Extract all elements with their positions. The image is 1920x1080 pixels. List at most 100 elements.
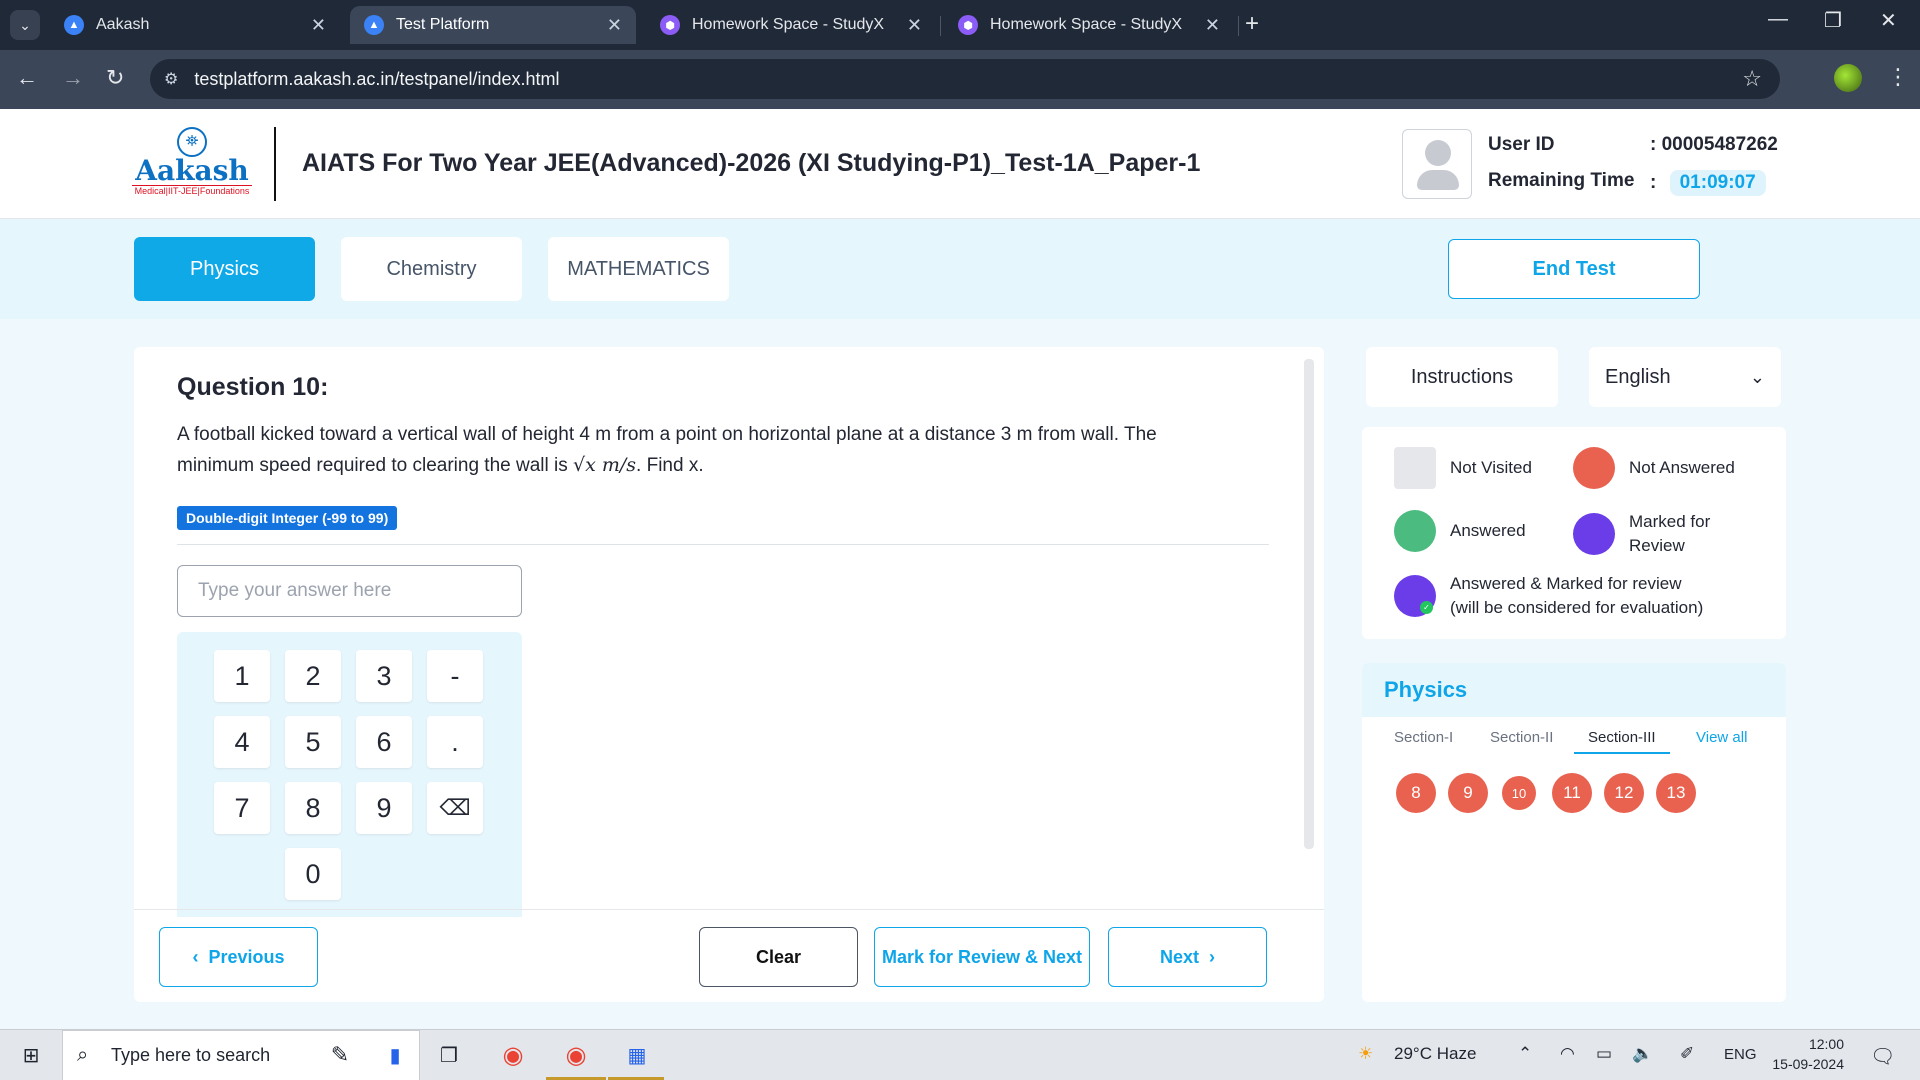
close-tab-icon[interactable]: ✕ (607, 15, 622, 36)
close-tab-icon[interactable]: ✕ (907, 15, 922, 36)
notepad-icon[interactable]: ✎ (325, 1040, 355, 1070)
task-view-icon[interactable]: ❐ (434, 1040, 464, 1070)
browser-toolbar: ← → ↻ ⚙ testplatform.aakash.ac.in/testpa… (0, 50, 1920, 109)
tab-title: Test Platform (396, 16, 490, 33)
tab-section-2[interactable]: Section-II (1490, 729, 1553, 752)
new-tab-icon[interactable]: + (1245, 10, 1259, 38)
end-test-button[interactable]: End Test (1448, 239, 1700, 299)
minimize-icon[interactable]: — (1768, 8, 1788, 31)
tab-physics[interactable]: Physics (134, 237, 315, 301)
aakash-logo: ⛯ Aakash Medical|IIT-JEE|Foundations (132, 127, 252, 199)
key-7[interactable]: 7 (214, 782, 270, 834)
header-divider (274, 127, 276, 201)
clock-time: 12:00 (1808, 1036, 1844, 1052)
key-4[interactable]: 4 (214, 716, 270, 768)
tab-search-menu-icon[interactable]: ⌄ (10, 10, 40, 40)
key-2[interactable]: 2 (285, 650, 341, 702)
tab-mathematics[interactable]: MATHEMATICS (548, 237, 729, 301)
key-3[interactable]: 3 (356, 650, 412, 702)
key-1[interactable]: 1 (214, 650, 270, 702)
url-text[interactable]: testplatform.aakash.ac.in/testpanel/inde… (194, 69, 559, 90)
tab-chemistry[interactable]: Chemistry (341, 237, 522, 301)
water-bottle-icon[interactable]: ▮ (380, 1040, 410, 1070)
language-indicator[interactable]: ENG (1724, 1046, 1757, 1063)
tab-title: Homework Space - StudyX (990, 16, 1183, 33)
tab-title: Aakash (96, 16, 150, 33)
key-decimal[interactable]: . (427, 716, 483, 768)
view-all-link[interactable]: View all (1696, 729, 1747, 746)
taskbar-search[interactable]: ⌕ Type here to search (62, 1030, 420, 1080)
clock[interactable]: 12:00 15-09-2024 (1770, 1034, 1844, 1074)
chrome-profile-icon[interactable]: ◉ (561, 1040, 591, 1070)
clear-button[interactable]: Clear (699, 927, 858, 987)
key-0[interactable]: 0 (285, 848, 341, 900)
key-8[interactable]: 8 (285, 782, 341, 834)
next-button[interactable]: Next › (1108, 927, 1267, 987)
weather-icon[interactable]: ☀ (1358, 1044, 1373, 1064)
footer-divider (134, 909, 1324, 910)
status-legend: Not Visited Not Answered Answered Marked… (1362, 427, 1786, 639)
restore-icon[interactable]: ❐ (1824, 8, 1842, 33)
clock-date: 15-09-2024 (1772, 1056, 1844, 1072)
close-window-icon[interactable]: ✕ (1880, 8, 1897, 33)
question-scrollbar[interactable] (1304, 359, 1314, 849)
forward-icon[interactable]: → (62, 65, 84, 91)
language-select[interactable]: English ⌄ (1589, 347, 1781, 407)
search-icon: ⌕ (77, 1044, 89, 1066)
key-9[interactable]: 9 (356, 782, 412, 834)
tab-section-1[interactable]: Section-I (1394, 729, 1453, 752)
browser-tab-studyx-1[interactable]: ⬢ Homework Space - StudyX ✕ (646, 6, 936, 44)
question-panel: Question 10: A football kicked toward a … (134, 347, 1324, 1002)
key-minus[interactable]: - (427, 650, 483, 702)
reload-icon[interactable]: ↻ (106, 65, 124, 91)
palette-question-9[interactable]: 9 (1448, 773, 1488, 813)
browser-tab-bar: ⌄ ▲ Aakash ✕ ▲ Test Platform ✕ ⬢ Homewor… (0, 0, 1920, 50)
key-6[interactable]: 6 (356, 716, 412, 768)
profile-avatar[interactable] (1834, 64, 1862, 92)
browser-tab-studyx-2[interactable]: ⬢ Homework Space - StudyX ✕ (944, 6, 1234, 44)
palette-question-8[interactable]: 8 (1396, 773, 1436, 813)
instructions-button[interactable]: Instructions (1366, 347, 1558, 407)
browser-tab-aakash[interactable]: ▲ Aakash ✕ (50, 6, 340, 44)
close-tab-icon[interactable]: ✕ (311, 15, 326, 36)
chevron-right-icon: › (1209, 946, 1215, 967)
aakash-icon: ▲ (364, 15, 384, 35)
not-answered-swatch (1573, 447, 1615, 489)
legend-answered-marked: ✓ Answered & Marked for review (will be … (1394, 572, 1703, 620)
answer-input[interactable] (177, 565, 522, 617)
palette-question-11[interactable]: 11 (1552, 773, 1592, 813)
chevron-up-icon[interactable]: ⌃ (1518, 1044, 1532, 1064)
check-icon: ✓ (1420, 601, 1433, 614)
app-header: ⛯ Aakash Medical|IIT-JEE|Foundations AIA… (0, 109, 1920, 219)
mark-for-review-next-button[interactable]: Mark for Review & Next (874, 927, 1090, 987)
user-id-label: User ID (1488, 134, 1555, 155)
chevron-left-icon: ‹ (192, 946, 199, 967)
palette-question-10[interactable]: 10 (1502, 776, 1536, 810)
pen-icon[interactable]: ✐ (1680, 1044, 1694, 1064)
studyx-icon: ⬢ (660, 15, 680, 35)
volume-icon[interactable]: 🔈 (1632, 1044, 1653, 1064)
palette-question-13[interactable]: 13 (1656, 773, 1696, 813)
backspace-icon[interactable]: ⌫ (427, 782, 483, 834)
calculator-icon[interactable]: ▦ (622, 1040, 652, 1070)
not-visited-swatch (1394, 447, 1436, 489)
palette-question-12[interactable]: 12 (1604, 773, 1644, 813)
palette-subject-title: Physics (1362, 663, 1786, 717)
address-bar[interactable]: ⚙ testplatform.aakash.ac.in/testpanel/in… (150, 59, 1780, 99)
site-info-icon[interactable]: ⚙ (164, 69, 178, 89)
wifi-icon[interactable]: ◠ (1560, 1044, 1575, 1064)
browser-tab-test-platform[interactable]: ▲ Test Platform ✕ (350, 6, 636, 44)
tab-section-3[interactable]: Section-III (1574, 729, 1670, 754)
notification-icon[interactable]: 🗨 (1870, 1044, 1895, 1069)
browser-menu-icon[interactable]: ⋮ (1887, 64, 1909, 90)
weather-text[interactable]: 29°C Haze (1394, 1044, 1476, 1064)
back-icon[interactable]: ← (16, 65, 38, 91)
close-tab-icon[interactable]: ✕ (1205, 15, 1220, 36)
previous-button[interactable]: ‹ Previous (159, 927, 318, 987)
windows-start-icon[interactable]: ⊞ (16, 1040, 46, 1070)
key-5[interactable]: 5 (285, 716, 341, 768)
remaining-time-value: 01:09:07 (1669, 170, 1766, 196)
bookmark-star-icon[interactable]: ☆ (1742, 66, 1762, 92)
chrome-icon[interactable]: ◉ (498, 1040, 528, 1070)
battery-icon[interactable]: ▭ (1596, 1044, 1612, 1064)
